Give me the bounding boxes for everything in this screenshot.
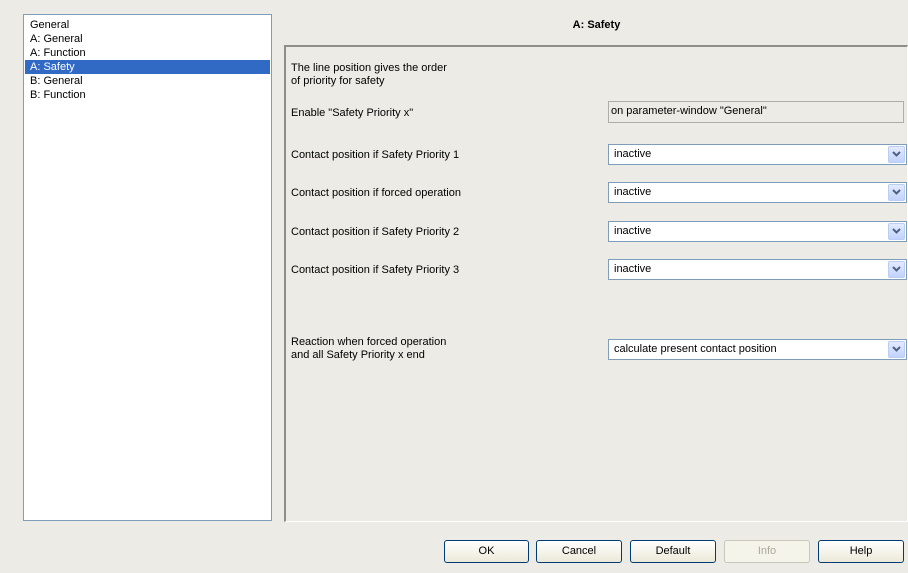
reaction-label-line-1: Reaction when forced operation: [291, 336, 447, 348]
parameter-nav-list[interactable]: General A: General A: Function A: Safety…: [23, 14, 272, 521]
safety-priority-3-select[interactable]: inactive: [608, 259, 907, 280]
priority-info-line-2: of priority for safety: [291, 75, 385, 87]
nav-item-b-general[interactable]: B: General: [25, 74, 270, 88]
chevron-down-icon[interactable]: [888, 223, 905, 240]
safety-priority-1-select[interactable]: inactive: [608, 144, 907, 165]
enable-safety-priority-label: Enable "Safety Priority x": [291, 107, 414, 119]
ok-button[interactable]: OK: [444, 540, 529, 563]
chevron-down-icon[interactable]: [888, 184, 905, 201]
nav-item-general[interactable]: General: [25, 18, 270, 32]
enable-safety-priority-value: on parameter-window "General": [608, 101, 904, 123]
reaction-value: calculate present contact position: [614, 343, 777, 355]
nav-item-b-function[interactable]: B: Function: [25, 88, 270, 102]
chevron-down-icon[interactable]: [888, 341, 905, 358]
safety-priority-2-label: Contact position if Safety Priority 2: [291, 226, 460, 238]
reaction-label: Reaction when forced operation and all S…: [291, 336, 446, 362]
forced-operation-value: inactive: [614, 186, 652, 198]
priority-info-line-1: The line position gives the order: [291, 62, 447, 74]
info-button: Info: [724, 540, 810, 563]
help-button[interactable]: Help: [818, 540, 904, 563]
reaction-select[interactable]: calculate present contact position: [608, 339, 907, 360]
forced-operation-select[interactable]: inactive: [608, 182, 907, 203]
safety-priority-1-value: inactive: [614, 148, 652, 160]
chevron-down-icon[interactable]: [888, 261, 905, 278]
priority-info-text: The line position gives the order of pri…: [291, 62, 447, 88]
safety-priority-3-value: inactive: [614, 263, 652, 275]
reaction-label-line-2: and all Safety Priority x end: [291, 349, 425, 361]
chevron-down-icon[interactable]: [888, 146, 905, 163]
safety-priority-2-value: inactive: [614, 225, 652, 237]
safety-priority-3-label: Contact position if Safety Priority 3: [291, 264, 460, 276]
safety-priority-1-label: Contact position if Safety Priority 1: [291, 149, 460, 161]
cancel-button[interactable]: Cancel: [536, 540, 622, 563]
nav-item-a-general[interactable]: A: General: [25, 32, 270, 46]
forced-operation-label: Contact position if forced operation: [291, 187, 461, 199]
safety-priority-2-select[interactable]: inactive: [608, 221, 907, 242]
nav-item-a-safety[interactable]: A: Safety: [25, 60, 270, 74]
default-button[interactable]: Default: [630, 540, 716, 563]
nav-item-a-function[interactable]: A: Function: [25, 46, 270, 60]
panel-title: A: Safety: [572, 19, 621, 31]
